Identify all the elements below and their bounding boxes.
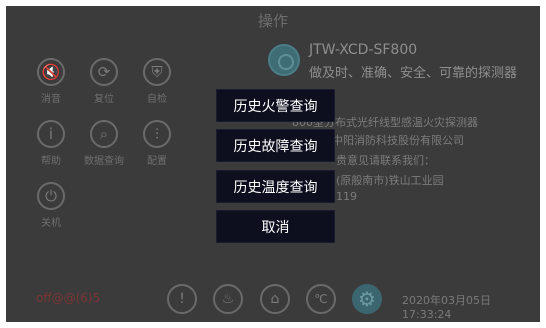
temperature-history-button[interactable]: 历史温度查询 xyxy=(216,170,335,203)
shutdown-label: 关机 xyxy=(41,218,61,229)
config-label: 配置 xyxy=(147,156,167,167)
home-icon[interactable]: ⌂ xyxy=(260,284,290,314)
reset-label: 复位 xyxy=(94,94,114,105)
data-query-button[interactable]: ⌕ 数据查询 xyxy=(74,120,134,167)
info-line-3: 贵意见请联系我们： xyxy=(336,154,435,167)
mute-button[interactable]: 🔇 消音 xyxy=(21,58,81,105)
cancel-button[interactable]: 取消 xyxy=(216,210,335,243)
sliders-icon: ⫶ xyxy=(143,120,171,148)
config-button[interactable]: ⫶ 配置 xyxy=(127,120,187,167)
shutdown-button[interactable]: ⏻ 关机 xyxy=(21,182,81,229)
info-line-4: (原般南市)铁山工业园 xyxy=(336,174,444,187)
device-logo xyxy=(268,44,300,76)
shield-check-icon: ⛨ xyxy=(143,58,171,86)
alarm-icon[interactable]: ! xyxy=(167,284,197,314)
status-text: off@@(6)5 xyxy=(36,291,101,305)
fault-history-button[interactable]: 历史故障查询 xyxy=(216,129,335,162)
reset-icon: ⟳ xyxy=(90,58,118,86)
data-query-label: 数据查询 xyxy=(84,156,124,167)
device-model: JTW-XCD-SF800 xyxy=(309,42,418,58)
reset-button[interactable]: ⟳ 复位 xyxy=(74,58,134,105)
fire-icon[interactable]: ♨ xyxy=(213,284,243,314)
self-test-label: 自检 xyxy=(147,94,167,105)
info-line-2: 中阳消防科技股份有限公司 xyxy=(332,134,464,147)
help-button[interactable]: i 帮助 xyxy=(21,120,81,167)
temperature-icon[interactable]: ℃ xyxy=(306,284,336,314)
info-line-5: 119 xyxy=(336,190,357,203)
power-icon: ⏻ xyxy=(37,182,65,210)
self-test-button[interactable]: ⛨ 自检 xyxy=(127,58,187,105)
speaker-mute-icon: 🔇 xyxy=(37,58,65,86)
help-label: 帮助 xyxy=(41,156,61,167)
info-icon: i xyxy=(37,120,65,148)
mute-label: 消音 xyxy=(41,94,61,105)
gear-icon[interactable]: ⚙ xyxy=(352,284,382,314)
fire-alarm-history-button[interactable]: 历史火警查询 xyxy=(216,89,335,122)
datetime: 2020年03月05日 17:33:24 xyxy=(402,294,491,321)
search-icon: ⌕ xyxy=(90,120,118,148)
device-slogan: 做及时、准确、安全、可靠的探测器 xyxy=(309,66,518,81)
page-title: 操作 xyxy=(257,12,288,30)
screen: 操作 🔇 消音 ⟳ 复位 ⛨ 自检 i 帮助 ⌕ 数据查询 ⫶ 配置 ⏻ 关机 … xyxy=(6,6,540,322)
